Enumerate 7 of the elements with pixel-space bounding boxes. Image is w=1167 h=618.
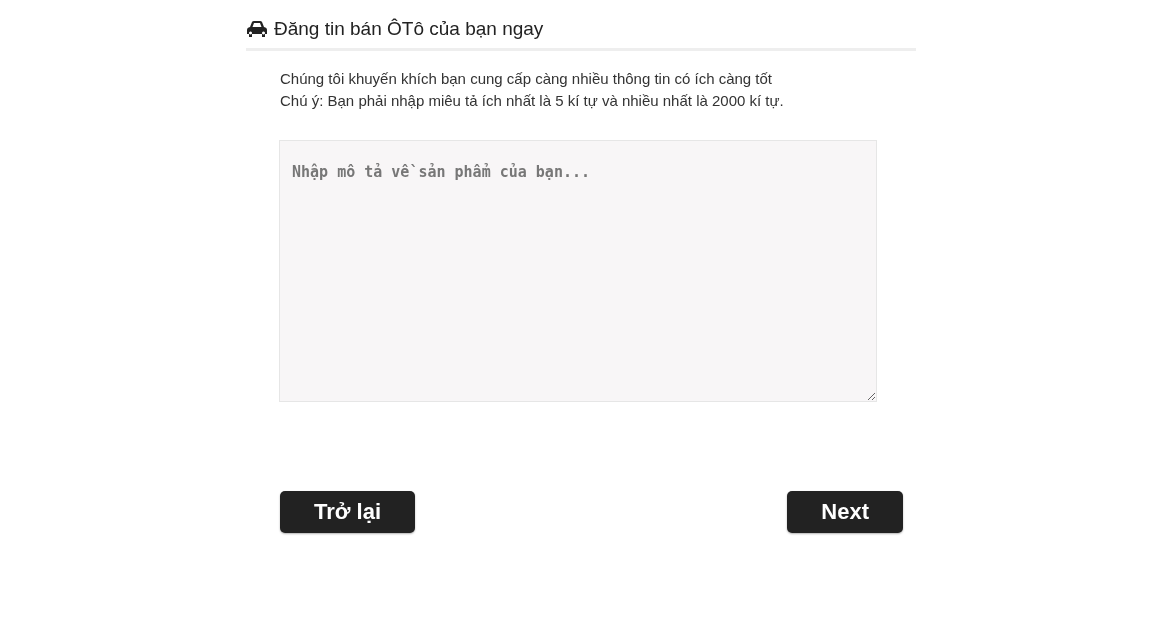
car-icon — [246, 20, 268, 38]
back-button[interactable]: Trở lại — [280, 491, 415, 533]
page-heading: Đăng tin bán ÔTô của bạn ngay — [274, 18, 544, 40]
instruction-text: Chúng tôi khuyến khích bạn cung cấp càng nhiều thông tin có ích càng tốt — [280, 70, 773, 88]
next-button[interactable]: Next — [787, 491, 903, 533]
instruction-text: Chú ý: Bạn phải nhập miêu tả ích nhất là 5 kí tự và nhiều nhất là 2000 kí tự. — [280, 92, 785, 110]
description-field[interactable]: Nhập mô tả về sản phẩm của bạn... — [279, 140, 877, 402]
